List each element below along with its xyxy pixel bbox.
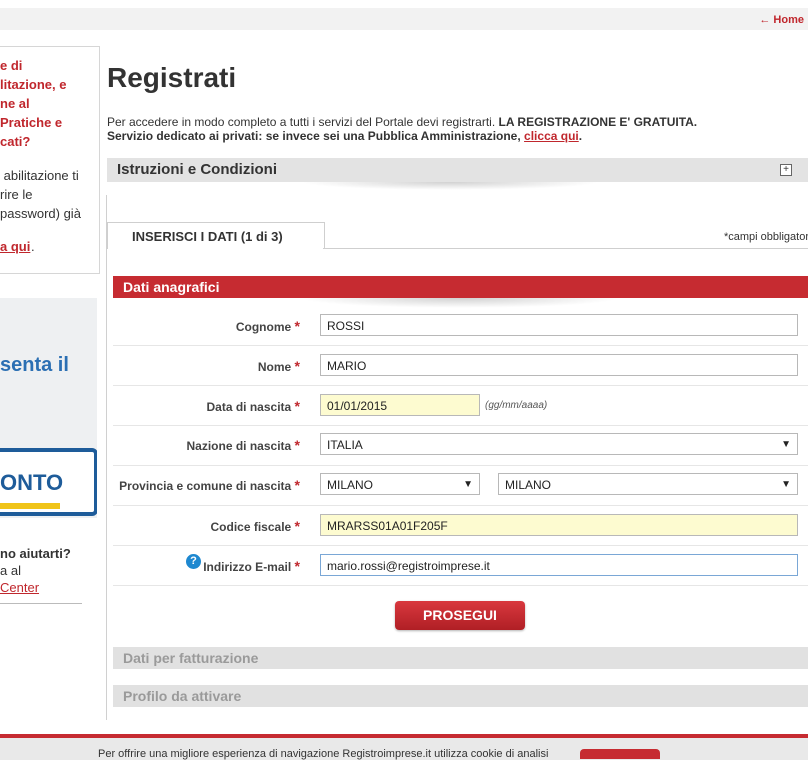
home-link[interactable]: ← Home xyxy=(759,14,804,26)
expand-icon[interactable]: + xyxy=(780,164,792,176)
row-divider xyxy=(113,505,808,506)
codice-fiscale-input[interactable]: MRARSS01A01F205F xyxy=(320,514,798,536)
required-star: * xyxy=(294,437,300,453)
provincia-select[interactable]: MILANO ▼ xyxy=(320,473,480,495)
section-shadow xyxy=(300,298,620,308)
dati-fatturazione-label: Dati per fatturazione xyxy=(123,650,259,666)
intro-end: . xyxy=(578,129,583,143)
provincia-label: Provincia e comune di nascita * xyxy=(113,477,300,493)
nazione-value: ITALIA xyxy=(327,438,363,452)
nazione-label: Nazione di nascita * xyxy=(113,437,301,453)
row-divider xyxy=(113,465,808,466)
required-star: * xyxy=(294,318,300,334)
dati-anagrafici-title: Dati anagrafici xyxy=(123,279,220,295)
promo-banner[interactable]: senta il ONTO xyxy=(0,298,97,518)
intro-text: Per accedere in modo completo a tutti i … xyxy=(107,115,496,129)
cookie-accept-button[interactable] xyxy=(580,749,660,759)
codice-fiscale-label: Codice fiscale * xyxy=(113,518,301,534)
help-text: a al xyxy=(0,563,21,578)
help-title: no aiutarti? xyxy=(0,546,71,561)
chevron-down-icon: ▼ xyxy=(781,439,791,450)
sidebar-promo-text: abilitazione ti rire le password) già xyxy=(0,168,81,221)
top-bar xyxy=(0,8,808,30)
chevron-down-icon: ▼ xyxy=(463,479,473,490)
page-title: Registrati xyxy=(107,62,237,93)
row-divider xyxy=(113,585,808,586)
content-border xyxy=(106,195,107,720)
istruzioni-label: Istruzioni e Condizioni xyxy=(117,161,277,178)
provincia-label-text: Provincia e comune di nascita xyxy=(119,479,292,493)
intro-line-1: Per accedere in modo completo a tutti i … xyxy=(107,115,697,129)
cognome-label: Cognome * xyxy=(113,318,300,334)
required-star: * xyxy=(294,518,300,534)
row-divider xyxy=(113,425,808,426)
email-input[interactable]: mario.rossi@registroimprese.it xyxy=(320,554,798,576)
help-center-link[interactable]: Center xyxy=(0,580,39,595)
prosegui-button[interactable]: PROSEGUI xyxy=(395,601,525,630)
row-divider xyxy=(113,345,808,346)
nazione-select[interactable]: ITALIA ▼ xyxy=(320,433,798,455)
tab-baseline xyxy=(323,248,808,249)
row-divider xyxy=(113,545,808,546)
date-format-hint: (gg/mm/aaaa) xyxy=(485,400,548,411)
intro-line-2: Servizio dedicato ai privati: se invece … xyxy=(107,129,582,143)
data-nascita-input[interactable]: 01/01/2015 xyxy=(320,394,480,416)
codice-fiscale-label-text: Codice fiscale xyxy=(210,520,292,534)
cookie-text: Per offrire una migliore esperienza di n… xyxy=(98,748,549,760)
nazione-label-text: Nazione di nascita xyxy=(186,439,292,453)
section-shadow xyxy=(300,182,600,190)
data-nascita-label: Data di nascita * xyxy=(113,398,301,414)
nome-label: Nome * xyxy=(113,358,300,374)
provincia-value: MILANO xyxy=(327,478,374,492)
cognome-input[interactable]: ROSSI xyxy=(320,314,798,336)
comune-value: MILANO xyxy=(505,478,552,492)
required-star: * xyxy=(294,398,300,414)
email-label: Indirizzo E-mail * xyxy=(113,558,300,574)
sidebar-promo-dot: . xyxy=(31,239,35,254)
banner-text: senta il xyxy=(0,354,69,376)
sidebar-promo-link[interactable]: a qui xyxy=(0,239,30,254)
banner-stripe xyxy=(0,503,60,509)
intro-free-note: LA REGISTRAZIONE E' GRATUITA. xyxy=(498,115,698,129)
nome-label-text: Nome xyxy=(257,360,292,374)
row-divider xyxy=(113,385,808,386)
banner-word: ONTO xyxy=(0,470,64,495)
required-star: * xyxy=(294,358,300,374)
intro-pa-text: Servizio dedicato ai privati: se invece … xyxy=(107,129,521,143)
required-star: * xyxy=(294,558,300,574)
nome-input[interactable]: MARIO xyxy=(320,354,798,376)
required-star: * xyxy=(294,477,300,493)
chevron-down-icon: ▼ xyxy=(781,479,791,490)
cognome-label-text: Cognome xyxy=(235,320,292,334)
comune-select[interactable]: MILANO ▼ xyxy=(498,473,798,495)
email-label-text: Indirizzo E-mail xyxy=(203,560,292,574)
profilo-label: Profilo da attivare xyxy=(123,688,242,704)
data-nascita-label-text: Data di nascita xyxy=(206,400,292,414)
help-divider xyxy=(0,603,82,604)
required-fields-note: *campi obbligatori xyxy=(724,231,808,243)
sidebar-promo-heading: e di litazione, e ne al Pratiche e cati? xyxy=(0,58,67,149)
tab-label: INSERISCI I DATI (1 di 3) xyxy=(132,229,283,244)
pa-click-here-link[interactable]: clicca qui xyxy=(524,129,579,143)
